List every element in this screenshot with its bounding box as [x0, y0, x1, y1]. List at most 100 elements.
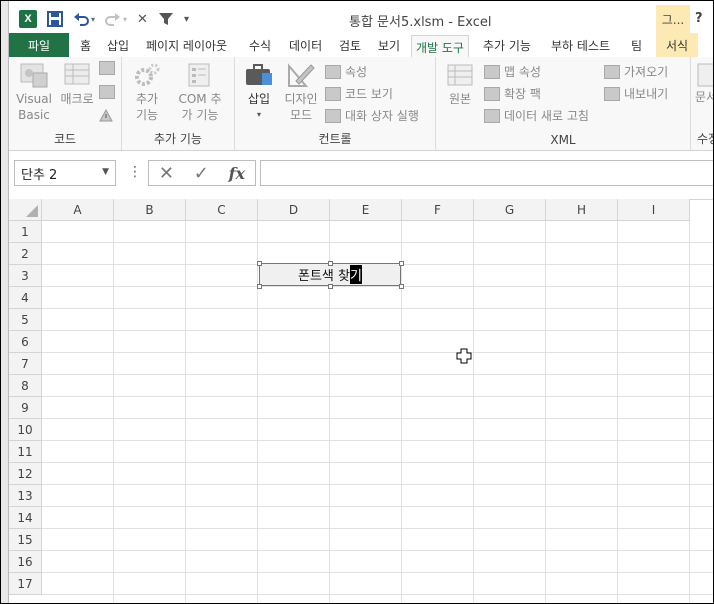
tab-addins[interactable]: 추가 기능 — [483, 35, 531, 56]
relative-reference-icon[interactable] — [99, 85, 115, 99]
group-addins-label: 추가 기능 — [154, 132, 202, 146]
record-macro-icon[interactable] — [99, 61, 115, 75]
resize-handle-sw[interactable] — [257, 284, 262, 289]
undo-icon[interactable]: ▾ — [73, 12, 95, 26]
formula-bar-splitter-icon[interactable]: ⋮ — [128, 164, 142, 180]
excel-app-icon[interactable]: X — [19, 10, 37, 28]
group-xml: 원본 맵 속성 확장 팩 데이터 새로 고침 가져오기 내보내기 XML — [436, 57, 691, 150]
macro-security-icon[interactable] — [99, 109, 113, 122]
insert-control-button[interactable]: 삽입 ▾ — [241, 61, 277, 123]
row-header[interactable]: 16 — [9, 551, 42, 573]
tab-data[interactable]: 데이터 — [289, 35, 322, 56]
properties-label: 속성 — [345, 65, 368, 79]
row-header[interactable]: 3 — [9, 265, 42, 287]
import-label: 가져오기 — [624, 65, 669, 79]
tab-format[interactable]: 서식 — [656, 33, 699, 57]
row-header[interactable]: 12 — [9, 463, 42, 485]
addins-button[interactable]: 추가 기능 — [128, 61, 166, 123]
import-button[interactable]: 가져오기 — [604, 63, 668, 80]
toolbox-icon — [244, 61, 274, 89]
form-button-text: 폰트색 찾 — [298, 269, 350, 284]
refresh-data-icon — [484, 108, 500, 123]
column-header[interactable]: A — [42, 199, 114, 221]
row-header[interactable]: 2 — [9, 243, 42, 265]
select-all-corner[interactable] — [9, 199, 42, 221]
clear-icon[interactable]: ✕ — [137, 12, 148, 27]
account-tab[interactable]: 그... — [656, 5, 690, 33]
group-code-label: 코드 — [53, 132, 77, 146]
filter-icon[interactable] — [158, 12, 174, 26]
enter-icon[interactable]: ✓ — [194, 163, 209, 184]
column-header[interactable]: B — [114, 199, 186, 221]
tab-load-test[interactable]: 부하 테스트 — [551, 35, 610, 56]
com-addins-button[interactable]: COM 추가 기능 — [170, 61, 230, 123]
column-header[interactable]: G — [474, 199, 546, 221]
cancel-icon[interactable]: ✕ — [159, 163, 174, 184]
row-header[interactable]: 5 — [9, 309, 42, 331]
resize-handle-ne[interactable] — [399, 261, 404, 266]
title-bar: X ▾ ▾ ✕ ▾ 통합 문서5.xlsm - Excel 그... ? — [9, 5, 713, 33]
run-dialog-button[interactable]: 대화 상자 실행 — [325, 107, 419, 124]
design-mode-icon — [286, 61, 316, 89]
map-properties-button[interactable]: 맵 속성 — [484, 63, 541, 80]
column-header[interactable]: H — [546, 199, 618, 221]
row-header[interactable]: 9 — [9, 397, 42, 419]
form-control-button[interactable]: 폰트색 찾기 — [259, 263, 401, 286]
tab-team[interactable]: 팀 — [631, 35, 642, 56]
tab-review[interactable]: 검토 — [339, 35, 361, 56]
save-icon[interactable] — [47, 11, 63, 27]
gear-icon — [132, 61, 162, 89]
tab-insert[interactable]: 삽입 — [107, 35, 129, 56]
row-header[interactable]: 14 — [9, 507, 42, 529]
expansion-packs-label: 확장 팩 — [504, 87, 541, 101]
run-dialog-icon — [325, 108, 341, 123]
resize-handle-s[interactable] — [328, 284, 333, 289]
formula-input[interactable] — [260, 160, 713, 186]
tab-view[interactable]: 보기 — [378, 35, 400, 56]
customize-qat-icon[interactable]: ▾ — [184, 14, 189, 25]
refresh-data-button[interactable]: 데이터 새로 고침 — [484, 107, 589, 124]
view-code-label: 코드 보기 — [345, 87, 393, 101]
tab-home[interactable]: 홈 — [80, 35, 91, 56]
name-box-dropdown-icon[interactable]: ▼ — [102, 167, 109, 177]
row-header[interactable]: 15 — [9, 529, 42, 551]
help-button[interactable]: ? — [695, 11, 703, 26]
com-addins-label: COM 추가 기능 — [178, 92, 222, 122]
row-header[interactable]: 17 — [9, 573, 42, 595]
expansion-packs-button[interactable]: 확장 팩 — [484, 85, 541, 102]
tab-developer[interactable]: 개발 도구 — [411, 35, 469, 58]
group-code: Visual Basic 매크로 코드 — [9, 57, 122, 150]
design-mode-button[interactable]: 디자인 모드 — [281, 61, 321, 123]
column-header[interactable]: C — [186, 199, 258, 221]
column-header[interactable]: D — [258, 199, 330, 221]
xml-source-button[interactable]: 원본 — [444, 61, 476, 107]
row-header[interactable]: 6 — [9, 331, 42, 353]
row-header[interactable]: 8 — [9, 375, 42, 397]
view-code-button[interactable]: 코드 보기 — [325, 85, 393, 102]
resize-handle-se[interactable] — [399, 284, 404, 289]
tab-page-layout[interactable]: 페이지 레이아웃 — [146, 35, 227, 56]
insert-function-icon[interactable]: fx — [229, 164, 245, 183]
column-header[interactable]: I — [618, 199, 690, 221]
column-header[interactable]: F — [402, 199, 474, 221]
redo-icon[interactable]: ▾ — [105, 12, 127, 26]
visual-basic-button[interactable]: Visual Basic — [13, 61, 55, 123]
properties-button[interactable]: 속성 — [325, 63, 367, 80]
row-header[interactable]: 1 — [9, 221, 42, 243]
row-header[interactable]: 7 — [9, 353, 42, 375]
row-header[interactable]: 13 — [9, 485, 42, 507]
row-header[interactable]: 4 — [9, 287, 42, 309]
name-box[interactable]: 단추 2 ▼ — [14, 160, 116, 186]
row-header[interactable]: 10 — [9, 419, 42, 441]
document-panel-button[interactable]: 문서 — [695, 61, 713, 105]
resize-handle-n[interactable] — [328, 261, 333, 266]
xml-source-label: 원본 — [448, 92, 472, 106]
com-addins-icon — [185, 61, 215, 89]
resize-handle-nw[interactable] — [257, 261, 262, 266]
tab-formulas[interactable]: 수식 — [249, 35, 271, 56]
column-header[interactable]: E — [330, 199, 402, 221]
macro-button[interactable]: 매크로 — [57, 61, 97, 107]
tab-file[interactable]: 파일 — [9, 33, 69, 57]
row-header[interactable]: 11 — [9, 441, 42, 463]
export-button[interactable]: 내보내기 — [604, 85, 668, 102]
